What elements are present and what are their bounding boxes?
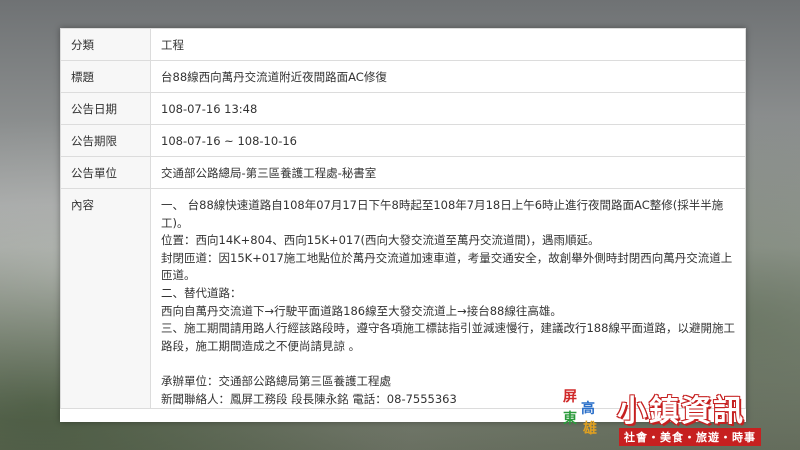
field-label: 標題 xyxy=(60,60,151,93)
content-line: 位置：西向14K+804、西向15K+017(西向大發交流道至萬丹交流道間)，遇… xyxy=(161,233,600,248)
content-line: 三、施工期間請用路人行經該路段時，遵守各項施工標誌指引並減速慢行，建議改行188… xyxy=(161,321,735,353)
table-row: 公告單位 交通部公路總局-第三區養護工程處-秘書室 xyxy=(60,156,746,189)
field-value: 交通部公路總局-第三區養護工程處-秘書室 xyxy=(150,156,746,189)
badge-char: 雄 xyxy=(583,421,597,437)
announcement-card: 分類 工程 標題 台88線西向萬丹交流道附近夜間路面AC修復 公告日期 108-… xyxy=(60,28,746,422)
field-label: 公告期限 xyxy=(60,124,151,157)
badge-char: 東 xyxy=(563,411,577,427)
announcement-table: 分類 工程 標題 台88線西向萬丹交流道附近夜間路面AC修復 公告日期 108-… xyxy=(60,28,746,410)
site-logo: 屏 高 東 雄 小鎮資訊 社會・美食・旅遊・時事 xyxy=(557,384,800,450)
content-line: 封閉匝道：因15K+017施工地點位於萬丹交流道加速車道，考量交通安全，故創舉外… xyxy=(161,250,733,283)
table-row-content: 內容 一、 台88線快速道路自108年07月17日下午8時起至108年7月18日… xyxy=(60,187,746,410)
field-value: 工程 xyxy=(150,28,746,61)
field-label: 內容 xyxy=(60,187,151,410)
content-spacer xyxy=(161,355,735,373)
content-line: 一、 台88線快速道路自108年07月17日下午8時起至108年7月18日上午6… xyxy=(161,198,724,230)
field-label: 公告單位 xyxy=(60,156,151,189)
table-row: 分類 工程 xyxy=(60,28,746,61)
badge-char: 屏 xyxy=(563,389,577,405)
content-line: 二、替代道路： xyxy=(161,285,242,300)
field-value: 108-07-16 ~ 108-10-16 xyxy=(150,124,746,157)
content-line: 西向自萬丹交流道下→行駛平面道路186線至大發交流道上→接台88線往高雄。 xyxy=(161,303,562,318)
badge-char: 高 xyxy=(581,401,595,417)
logo-subtitle: 社會・美食・旅遊・時事 xyxy=(619,428,761,446)
table-row: 公告日期 108-07-16 13:48 xyxy=(60,92,746,125)
table-row: 標題 台88線西向萬丹交流道附近夜間路面AC修復 xyxy=(60,60,746,93)
field-value: 台88線西向萬丹交流道附近夜間路面AC修復 xyxy=(150,60,746,93)
field-value: 108-07-16 13:48 xyxy=(150,92,746,125)
field-label: 分類 xyxy=(60,28,151,61)
logo-title: 小鎮資訊 xyxy=(617,394,745,429)
content-body: 一、 台88線快速道路自108年07月17日下午8時起至108年7月18日上午6… xyxy=(150,187,746,410)
logo-badge: 屏 高 東 雄 xyxy=(559,384,613,444)
field-label: 公告日期 xyxy=(60,92,151,125)
table-row: 公告期限 108-07-16 ~ 108-10-16 xyxy=(60,124,746,157)
